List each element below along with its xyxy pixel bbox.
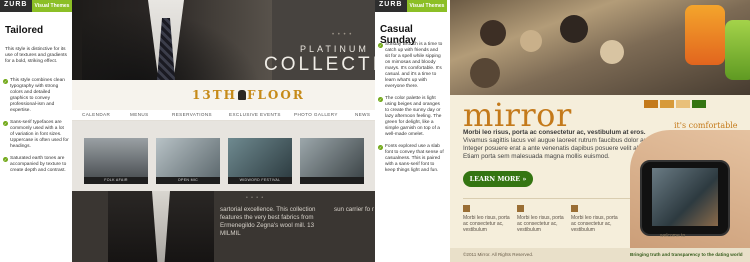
site-logo[interactable]: 13TH FLOOR: [192, 88, 305, 102]
check-icon: ✓: [3, 157, 8, 162]
nav-item-menus[interactable]: MENUS: [130, 112, 149, 117]
phone-screen: [652, 168, 718, 226]
bullet-item: ✓ Saturated earth tones are accompanied b…: [3, 156, 69, 174]
hero-dots: • • • •: [332, 32, 353, 38]
nav-item-photo-gallery[interactable]: PHOTO GALLERY: [294, 112, 338, 117]
check-icon: ✓: [3, 121, 8, 126]
event-tile[interactable]: OPEN MIC: [156, 138, 220, 184]
tile-caption: WIDWORD FESTIVAL: [228, 177, 292, 184]
swatch: [644, 100, 658, 108]
brand-logo: ZURB: [4, 1, 28, 8]
tile-caption: OPEN MIC: [156, 177, 220, 184]
casual-sunday-info-panel: ZURB Visual Themes Casual Sunday ✓ Sunday…: [375, 0, 447, 262]
feature-item: Morbi leo risus, porta ac consectetur ac…: [517, 205, 567, 233]
panel-description: This style is distinctive for its use of…: [5, 47, 67, 64]
mirror-mockup: mirror it's comfortable Morbi leo risus,…: [450, 0, 750, 262]
logo-text-right: FLOOR: [246, 88, 305, 102]
copyright-text: ©2011 Mirror. All Rights Reserved.: [463, 252, 534, 257]
bullet-text: Sunday Brunch is a time to catch up with…: [385, 42, 443, 89]
nav-item-news[interactable]: NEWS: [355, 112, 370, 117]
person-shape: [600, 40, 624, 64]
swatch: [676, 100, 690, 108]
flag-icon: [463, 205, 470, 212]
person-shape: [560, 15, 588, 43]
event-tile[interactable]: WIDWORD FESTIVAL: [228, 138, 292, 184]
bullet-list: ✓ Sunday Brunch is a time to catch up wit…: [378, 42, 444, 180]
person-shape: [520, 30, 542, 52]
swatch: [692, 100, 706, 108]
visual-themes-tag: Visual Themes: [32, 0, 72, 12]
subheading: it's comfortable: [674, 121, 738, 130]
brunch-hero-photo: [450, 0, 750, 95]
brand-logo: ZURB: [379, 1, 403, 8]
collection-text-right: sun carrier fo numerous lieve ... ...: [334, 206, 374, 213]
panel-title: Tailored: [5, 25, 44, 36]
tile-image: [84, 138, 148, 177]
bookmark-icon: [571, 205, 578, 212]
hero-heading-line1: PLATINUM: [300, 44, 369, 54]
color-swatches: [644, 95, 708, 108]
site-nav: CALENDAR MENUS RESERVATIONS EXCLUSIVE EV…: [72, 110, 375, 121]
tailored-info-panel: ZURB Visual Themes Tailored This style i…: [0, 0, 72, 262]
nav-item-calendar[interactable]: CALENDAR: [82, 112, 110, 117]
logo-text-left: 13TH: [192, 88, 237, 102]
bullet-item: ✓ This style combines clean typography wi…: [3, 78, 69, 114]
bullet-text: Fonts explored use a slab font to convey…: [385, 144, 444, 173]
visual-themes-tag: Visual Themes: [407, 0, 447, 12]
bullet-list: ✓ This style combines clean typography wi…: [3, 78, 69, 180]
lead-text: Vivamus sagittis lacus vel augue laoreet…: [463, 137, 660, 160]
person-shape: [480, 20, 506, 46]
check-icon: ✓: [378, 43, 383, 48]
tile-image: [300, 138, 364, 177]
tile-image: [156, 138, 220, 177]
bullet-text: Saturated earth tones are accompanied by…: [10, 156, 67, 173]
feature-item: Morbi leo risus, porta ac consectetur ac…: [463, 205, 513, 233]
nav-item-reservations[interactable]: RESERVATIONS: [172, 112, 212, 117]
event-tile[interactable]: FOLK AFAIR: [84, 138, 148, 184]
collection-text: sartorial excellence. This collection fe…: [220, 206, 316, 237]
check-icon: ✓: [378, 97, 383, 102]
feature-text: Morbi leo risus, porta ac consectetur ac…: [517, 215, 564, 233]
tile-image: [228, 138, 292, 177]
bullet-item: ✓ Fonts explored use a slab font to conve…: [378, 144, 444, 174]
section-dots: • • • •: [246, 195, 265, 201]
event-tile[interactable]: [300, 138, 364, 184]
thirteenth-floor-mockup: • • • • PLATINUM COLLECTI 13TH FLOOR CALE…: [72, 0, 375, 262]
tagline-text: Bringing truth and transparency to the d…: [630, 252, 743, 257]
hero-suit-image: [72, 0, 272, 92]
learn-more-button[interactable]: LEARN MORE »: [463, 171, 533, 187]
phone-mockup: [640, 160, 730, 236]
model-image: [108, 191, 214, 262]
hero-heading-line2: COLLECTI: [264, 54, 375, 75]
event-tiles: FOLK AFAIR OPEN MIC WIDWORD FESTIVAL: [72, 121, 375, 191]
shirt-shape: [152, 191, 170, 262]
person-shape: [470, 58, 500, 88]
drink-glass-shape: [685, 5, 725, 65]
swatch: [660, 100, 674, 108]
tile-caption: FOLK AFAIR: [84, 177, 148, 184]
feature-text: Morbi leo risus, porta ac consectetur ac…: [571, 215, 618, 233]
welcome-text: welcome to: [660, 233, 686, 239]
cat-icon: [237, 90, 246, 100]
feature-text: Morbi leo risus, porta ac consectetur ac…: [463, 215, 510, 233]
check-icon: ✓: [3, 79, 8, 84]
drink-glass-shape: [725, 20, 750, 80]
bullet-item: ✓ The color palette is light using beiges…: [378, 96, 444, 138]
check-icon: ✓: [378, 145, 383, 150]
bullet-text: Sans-serif typefaces are commonly used w…: [10, 120, 69, 149]
bullet-text: This style combines clean typography wit…: [10, 78, 65, 113]
nav-item-exclusive-events[interactable]: EXCLUSIVE EVENTS: [229, 112, 281, 117]
bullet-text: The color palette is light using beiges …: [385, 96, 442, 137]
bullet-item: ✓ Sans-serif typefaces are commonly used …: [3, 120, 69, 150]
lead-bold: Morbi leo risus, porta ac consectetur ac…: [463, 129, 646, 136]
site-footer: ©2011 Mirror. All Rights Reserved. Bring…: [450, 248, 750, 262]
feature-item: Morbi leo risus, porta ac consectetur ac…: [571, 205, 621, 233]
chat-icon: [517, 205, 524, 212]
collection-section: • • • • sartorial excellence. This colle…: [72, 191, 375, 262]
bullet-item: ✓ Sunday Brunch is a time to catch up wit…: [378, 42, 444, 90]
tile-caption: [300, 177, 364, 184]
